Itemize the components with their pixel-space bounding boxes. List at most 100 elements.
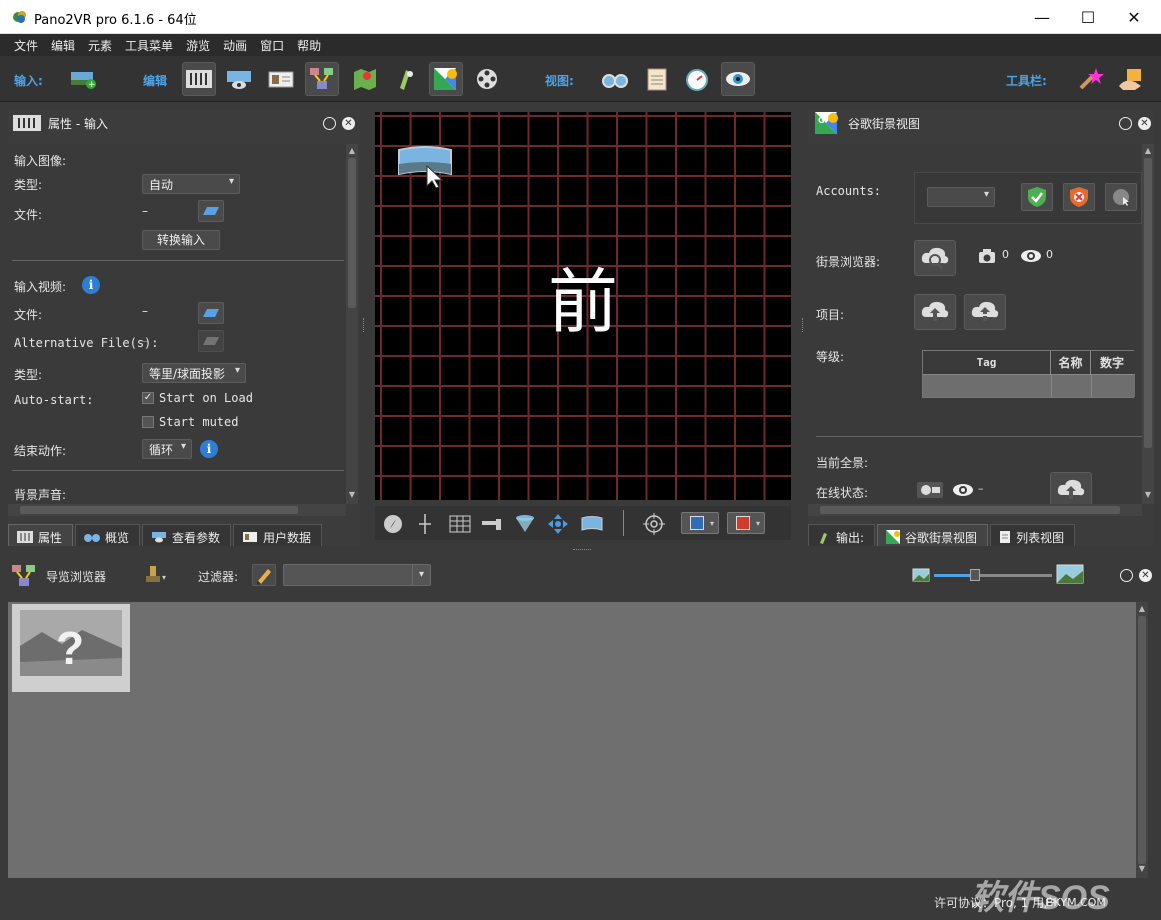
- scroll-thumb[interactable]: [20, 506, 298, 514]
- clipboard-button[interactable]: [640, 62, 674, 96]
- close-panel-icon[interactable]: ✕: [1138, 117, 1151, 130]
- timer-button[interactable]: [680, 62, 714, 96]
- float-panel-icon[interactable]: [1120, 569, 1133, 582]
- upload-project-button[interactable]: [914, 294, 956, 330]
- google-streetview-button[interactable]: [429, 62, 463, 96]
- video-type-select[interactable]: 等里/球面投影: [142, 363, 246, 383]
- red-color-picker[interactable]: ▾: [727, 512, 765, 534]
- filter-input[interactable]: ▾: [283, 564, 431, 586]
- scroll-down-arrow[interactable]: ▼: [346, 490, 358, 499]
- tab-output[interactable]: 输出:: [808, 524, 876, 546]
- minimize-button[interactable]: —: [1019, 0, 1065, 34]
- tab-google-streetview[interactable]: 谷歌街景视图: [877, 524, 989, 546]
- tools-hand-button[interactable]: [1114, 62, 1148, 96]
- menu-tour[interactable]: 游览: [186, 37, 210, 54]
- map-button[interactable]: [348, 62, 382, 96]
- video-output-button[interactable]: [470, 62, 504, 96]
- column-header-name[interactable]: 名称: [1051, 351, 1091, 375]
- menu-tools[interactable]: 工具菜单: [125, 37, 173, 54]
- splitter-handle[interactable]: [573, 549, 591, 552]
- menu-window[interactable]: 窗口: [260, 37, 284, 54]
- maximize-button[interactable]: ☐: [1065, 0, 1111, 34]
- viewing-params-button[interactable]: [222, 62, 256, 96]
- scroll-thumb[interactable]: [1144, 158, 1152, 448]
- info-icon[interactable]: i: [200, 440, 218, 458]
- scroll-thumb[interactable]: [1138, 616, 1146, 864]
- menu-help[interactable]: 帮助: [297, 37, 321, 54]
- account-web-button[interactable]: [1105, 183, 1137, 211]
- scroll-thumb[interactable]: [820, 506, 1120, 514]
- add-account-button[interactable]: [1021, 183, 1053, 211]
- start-muted-checkbox[interactable]: [142, 416, 154, 428]
- tour-browser-scrollbar[interactable]: ▲ ▼: [1136, 602, 1148, 878]
- tab-overview[interactable]: 概览: [75, 524, 141, 546]
- menu-animation[interactable]: 动画: [223, 37, 247, 54]
- splitter-handle[interactable]: [802, 318, 805, 332]
- scroll-thumb[interactable]: [348, 158, 356, 308]
- close-panel-icon[interactable]: ✕: [1139, 569, 1152, 582]
- panorama-thumbnail[interactable]: ?: [12, 604, 130, 692]
- add-input-button[interactable]: +: [66, 62, 100, 96]
- float-panel-icon[interactable]: [323, 117, 336, 130]
- blue-color-picker[interactable]: ▾: [681, 512, 719, 534]
- target-icon[interactable]: [643, 513, 665, 535]
- close-panel-icon[interactable]: ✕: [342, 117, 355, 130]
- remove-account-button[interactable]: [1063, 183, 1095, 211]
- menu-edit[interactable]: 编辑: [51, 37, 75, 54]
- table-row[interactable]: [923, 375, 1135, 397]
- menu-file[interactable]: 文件: [14, 37, 38, 54]
- type-select[interactable]: 自动: [142, 174, 240, 194]
- hotspot-arrow-icon[interactable]: [481, 516, 503, 532]
- scroll-up-arrow[interactable]: ▲: [1142, 146, 1154, 155]
- scroll-down-arrow[interactable]: ▼: [1136, 864, 1148, 873]
- end-action-select[interactable]: 循环: [142, 439, 192, 459]
- tab-properties[interactable]: 属性: [8, 524, 74, 546]
- chevron-down-icon[interactable]: ▾: [412, 565, 430, 585]
- splitter-handle[interactable]: [363, 318, 366, 332]
- level-table[interactable]: Tag 名称 数字: [922, 350, 1135, 398]
- skin-editor-button[interactable]: [389, 62, 423, 96]
- upload-current-pano-button[interactable]: [1050, 472, 1092, 508]
- grid-icon[interactable]: [449, 514, 471, 534]
- binoculars-button[interactable]: [598, 62, 632, 96]
- scroll-up-arrow[interactable]: ▲: [1136, 604, 1148, 613]
- tools-star-button[interactable]: [1074, 62, 1108, 96]
- column-header-tag[interactable]: Tag: [923, 351, 1051, 375]
- float-panel-icon[interactable]: [1119, 117, 1132, 130]
- tour-browser-area[interactable]: ?: [8, 602, 1136, 878]
- panorama-icon[interactable]: [581, 515, 603, 533]
- preview-eye-button[interactable]: [721, 62, 755, 96]
- tab-view-params[interactable]: 查看参数: [142, 524, 232, 546]
- streetview-browser-button[interactable]: [914, 240, 956, 276]
- properties-hscrollbar[interactable]: [8, 504, 346, 516]
- scroll-up-arrow[interactable]: ▲: [346, 146, 358, 155]
- stamp-menu-button[interactable]: ▾: [144, 564, 172, 586]
- convert-input-button[interactable]: 转换输入: [142, 230, 220, 250]
- streetview-scrollbar[interactable]: ▲ ▼: [1142, 144, 1154, 504]
- browse-video-button[interactable]: [198, 302, 224, 324]
- thumbnail-size-slider[interactable]: [934, 569, 1052, 581]
- tab-user-data[interactable]: 用户数据: [233, 524, 323, 546]
- move-arrows-icon[interactable]: [547, 513, 569, 535]
- info-icon[interactable]: i: [82, 276, 100, 294]
- close-window-button[interactable]: ✕: [1111, 0, 1157, 34]
- properties-tool-button[interactable]: [182, 62, 216, 96]
- upload-all-button[interactable]: [964, 294, 1006, 330]
- properties-scrollbar[interactable]: ▲ ▼: [346, 144, 358, 504]
- column-header-number[interactable]: 数字: [1091, 351, 1133, 375]
- start-on-load-checkbox[interactable]: ✓: [142, 392, 154, 404]
- filter-edit-button[interactable]: [252, 564, 276, 586]
- streetview-hscrollbar[interactable]: [808, 504, 1142, 516]
- browse-alt-file-button[interactable]: [198, 330, 224, 352]
- compass-icon[interactable]: [383, 514, 403, 534]
- menu-elements[interactable]: 元素: [88, 37, 112, 54]
- tab-list-view[interactable]: 列表视图: [990, 524, 1076, 546]
- panorama-viewport[interactable]: 前: [375, 112, 791, 500]
- crosshair-line-icon[interactable]: [417, 513, 433, 535]
- browse-file-button[interactable]: [198, 200, 224, 222]
- user-data-button[interactable]: [264, 62, 298, 96]
- account-select[interactable]: [927, 187, 995, 207]
- slider-handle[interactable]: [970, 569, 980, 581]
- scroll-down-arrow[interactable]: ▼: [1142, 490, 1154, 499]
- tour-browser-tool-button[interactable]: [305, 62, 339, 96]
